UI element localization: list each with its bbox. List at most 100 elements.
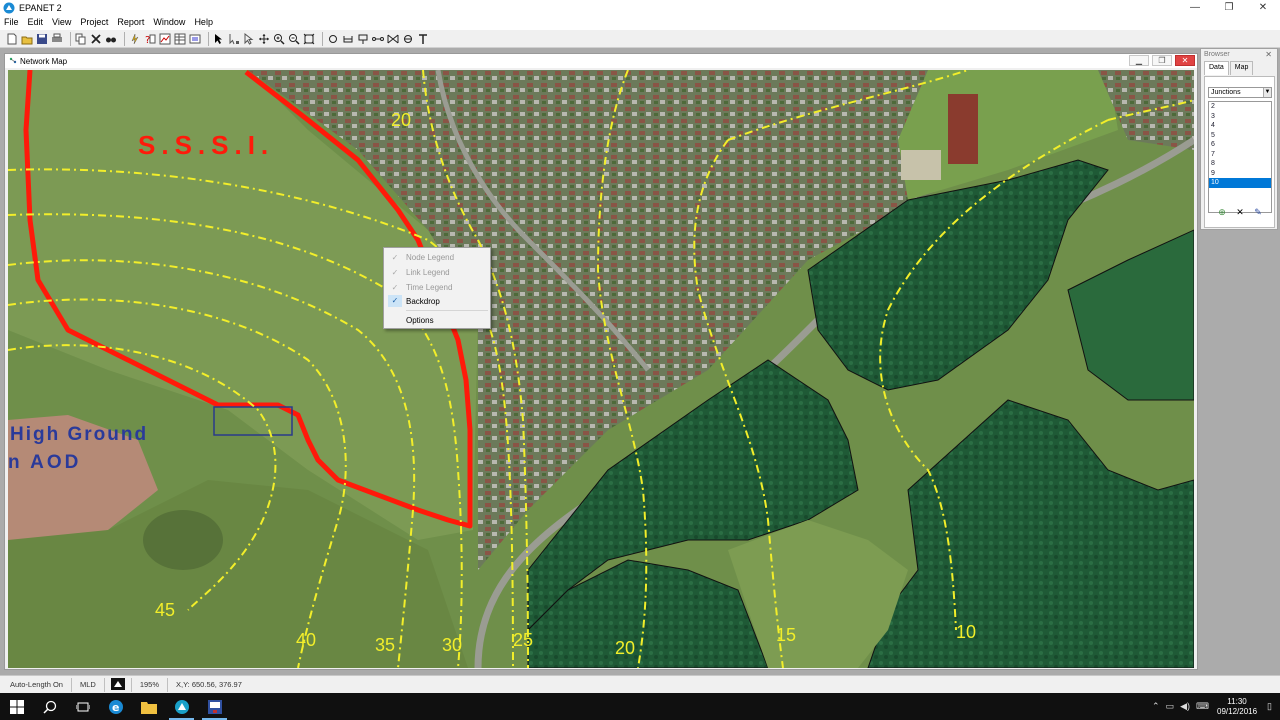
title-bar: EPANET 2 — ❐ ✕ [0,0,1280,15]
contour-label-40: 40 [296,630,317,650]
checkmark-icon: ✓ [388,295,402,307]
junction-icon[interactable] [327,33,339,45]
pipe-icon[interactable] [372,33,384,45]
menu-bar: File Edit View Project Report Window Hel… [0,15,1280,29]
region-icon[interactable] [243,32,255,45]
xy-coordinate-status: X,Y: 650.56, 376.97 [176,679,242,689]
auto-length-status[interactable]: Auto-Length On [0,677,72,692]
menu-view[interactable]: View [52,17,71,27]
map-canvas[interactable]: S.S.S.I. High Ground n AOD 20 45 40 35 3… [8,70,1194,668]
app-window-icon [207,699,222,714]
network-map-titlebar[interactable]: Network Map [5,54,1197,68]
taskbar-edge[interactable]: e [99,693,132,720]
open-file-icon[interactable] [21,33,33,45]
graph-icon[interactable] [159,33,171,45]
menu-project[interactable]: Project [80,17,108,27]
object-list[interactable]: 2 3 4 5 6 7 8 9 10 [1208,101,1272,213]
find-icon[interactable] [105,33,117,45]
vertex-icon[interactable] [228,33,240,45]
map-restore-button[interactable]: ❐ [1152,55,1172,66]
start-button[interactable] [0,693,33,720]
menu-edit[interactable]: Edit [28,17,44,27]
select-icon[interactable] [213,33,225,45]
browser-close-icon[interactable]: ✕ [1265,49,1272,61]
chevron-up-icon[interactable]: ⌃ [1152,701,1160,712]
map-close-button[interactable]: ✕ [1175,55,1195,66]
taskbar-app[interactable] [198,693,231,720]
list-item-selected[interactable]: 10 [1209,178,1271,188]
object-category-select[interactable]: Junctions ▼ [1208,87,1272,98]
run-icon[interactable] [129,33,141,45]
windows-taskbar: e ⌃ ▭ ◀) ⌨ 11:30 09/12/2016 ▯ [0,693,1280,720]
svg-text:e: e [112,701,119,714]
chevron-down-icon[interactable]: ▼ [1263,88,1271,97]
menu-window[interactable]: Window [153,17,185,27]
menu-file[interactable]: File [4,17,19,27]
table-icon[interactable] [174,33,186,45]
save-icon[interactable] [36,33,48,45]
close-button[interactable]: ✕ [1246,0,1280,15]
list-item[interactable]: 4 [1209,121,1271,131]
label-icon[interactable] [417,33,429,45]
notifications-icon[interactable]: ▯ [1267,701,1272,712]
copy-icon[interactable] [75,33,87,45]
zoom-in-icon[interactable] [273,33,285,45]
list-item[interactable]: 7 [1209,150,1271,160]
search-button[interactable] [33,693,66,720]
browser-titlebar[interactable]: Browser ✕ [1201,49,1277,61]
options-icon[interactable] [189,33,201,45]
query-icon[interactable]: ? [144,33,156,45]
new-file-icon[interactable] [6,33,18,45]
valve-icon[interactable] [402,33,414,45]
map-minimize-button[interactable]: ▁ [1129,55,1149,66]
menu-help[interactable]: Help [194,17,213,27]
status-bar: Auto-Length On MLD 195% X,Y: 650.56, 376… [0,675,1280,693]
contour-label-35: 35 [375,635,396,655]
zoom-level-status: 195% [132,677,168,692]
system-tray: ⌃ ▭ ◀) ⌨ 11:30 09/12/2016 ▯ [1146,693,1272,720]
task-view-button[interactable] [66,693,99,720]
list-item[interactable]: 5 [1209,131,1271,141]
list-item[interactable]: 3 [1209,112,1271,122]
list-item[interactable]: 8 [1209,159,1271,169]
menu-report[interactable]: Report [117,17,144,27]
volume-icon[interactable]: ◀) [1180,701,1190,712]
full-extent-icon[interactable] [303,33,315,45]
edit-object-icon[interactable]: ✎ [1252,206,1264,218]
zoom-out-icon[interactable] [288,33,300,45]
clock[interactable]: 11:30 09/12/2016 [1217,697,1257,717]
network-map-window[interactable]: Network Map ▁ ❐ ✕ S.S.S.I. High Ground n… [4,53,1198,670]
taskbar-epanet[interactable] [165,693,198,720]
epanet-app-icon [174,699,189,714]
menu-item-backdrop[interactable]: ✓ Backdrop [384,294,490,308]
contour-label-20-top: 20 [391,110,412,130]
pump-icon[interactable] [387,33,399,45]
tab-map[interactable]: Map [1229,61,1254,75]
tab-data[interactable]: Data [1204,61,1229,75]
keyboard-icon[interactable]: ⌨ [1196,701,1209,712]
menu-item-options[interactable]: Options [384,313,490,327]
taskbar-file-explorer[interactable] [132,693,165,720]
list-item[interactable]: 2 [1209,102,1271,112]
delete-icon[interactable] [90,33,102,45]
add-object-icon[interactable]: ⊕ [1216,206,1228,218]
minimize-button[interactable]: — [1178,0,1212,15]
delete-object-icon[interactable]: ✕ [1234,206,1246,218]
menu-item-node-legend[interactable]: ✓ Node Legend [384,250,490,264]
network-map-title: Network Map [20,56,68,66]
contour-label-45: 45 [155,600,176,620]
reservoir-icon[interactable] [342,33,354,45]
list-item[interactable]: 9 [1209,169,1271,179]
map-context-menu: ✓ Node Legend ✓ Link Legend ✓ Time Legen… [383,247,491,329]
search-icon [42,700,56,714]
menu-item-link-legend[interactable]: ✓ Link Legend [384,265,490,279]
list-item[interactable]: 6 [1209,140,1271,150]
clock-time: 11:30 [1227,696,1247,706]
network-icon[interactable]: ▭ [1166,701,1175,712]
menu-item-time-legend[interactable]: ✓ Time Legend [384,280,490,294]
maximize-button[interactable]: ❐ [1212,0,1246,15]
print-icon[interactable] [51,33,63,45]
tank-icon[interactable] [357,33,369,45]
pan-icon[interactable] [258,33,270,45]
high-ground-label: High Ground [10,424,149,445]
